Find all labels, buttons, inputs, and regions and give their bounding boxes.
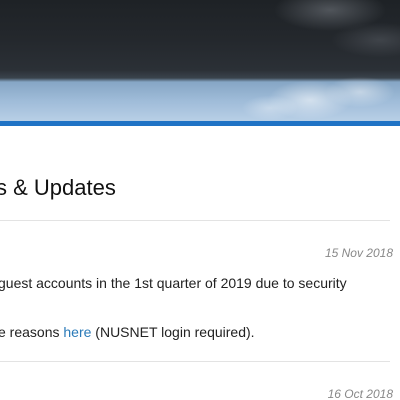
news-text-continued: e reasons here (NUSNET login required). (0, 323, 255, 341)
news-date: 16 Oct 2018 (327, 387, 393, 400)
news-text-fragment: e reasons (0, 324, 64, 340)
here-link[interactable]: here (63, 324, 91, 340)
page: s & Updates 15 Nov 2018 guest accounts i… (0, 0, 400, 400)
section-title: s & Updates (0, 175, 116, 200)
section-divider (0, 220, 390, 221)
header-banner-image (0, 0, 400, 121)
banner-accent-bar (0, 121, 400, 126)
news-text-fragment: (NUSNET login required). (91, 324, 255, 340)
news-date: 15 Nov 2018 (324, 246, 393, 260)
news-text: guest accounts in the 1st quarter of 201… (0, 275, 347, 291)
news-item-divider (0, 361, 390, 362)
